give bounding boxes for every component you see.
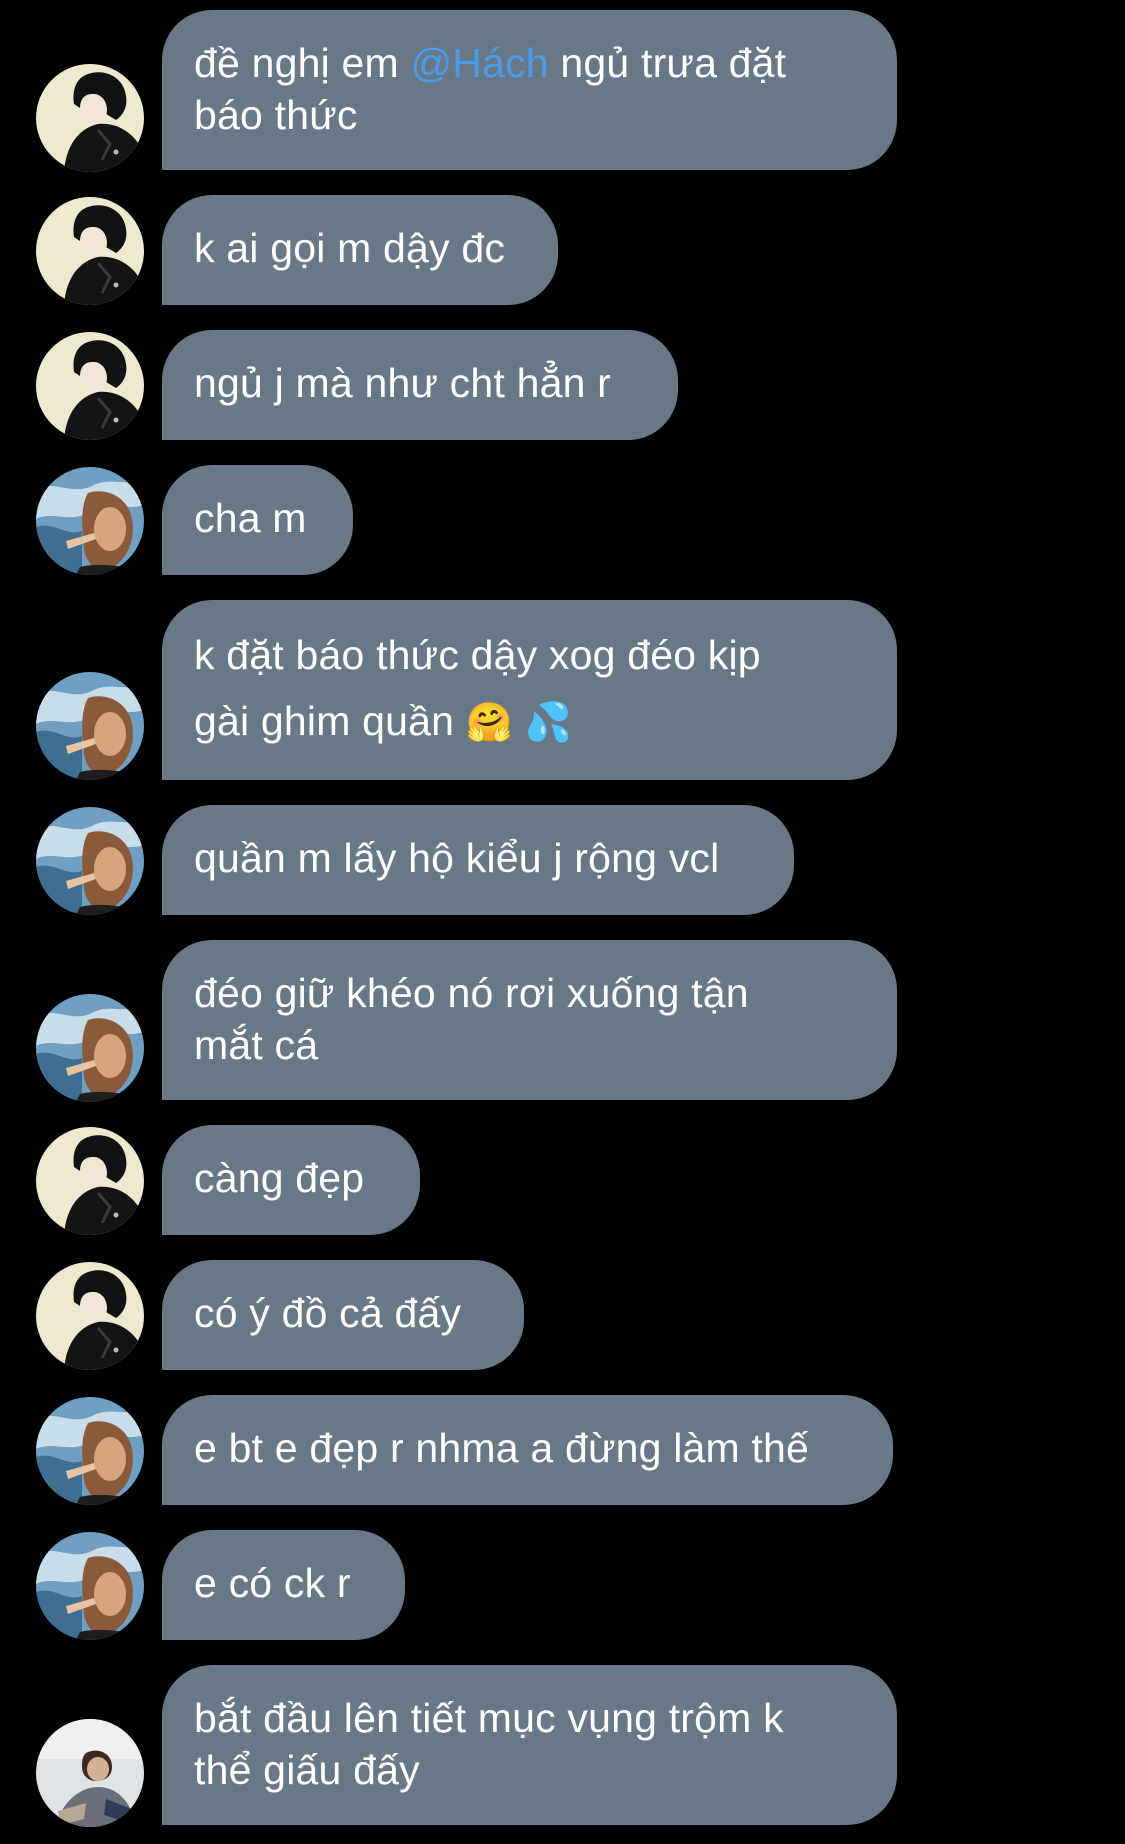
message-text: cha m — [194, 495, 307, 541]
message-text: e có ck r — [194, 1560, 351, 1606]
user-mention-link[interactable]: @Hách — [410, 40, 548, 86]
hugging-face-emoji-icon: 🤗 — [465, 700, 514, 744]
avatar-b-icon[interactable] — [36, 994, 144, 1102]
avatar-b-icon[interactable] — [36, 807, 144, 915]
message-row: k đặt báo thức dậy xog đéo kịp gài ghim … — [0, 600, 1125, 780]
message-text: bắt đầu lên tiết mục vụng trộm k — [194, 1695, 784, 1741]
message-text: e bt e đẹp r nhma a đừng làm thế — [194, 1425, 810, 1471]
message-text: ngủ j mà như cht hẳn r — [194, 360, 612, 406]
message-text: đéo giữ khéo nó rơi xuống tận — [194, 970, 749, 1016]
message-row: e bt e đẹp r nhma a đừng làm thế — [0, 1395, 1125, 1505]
message-text: có ý đồ cả đấy — [194, 1290, 462, 1336]
avatar-a-icon[interactable] — [36, 64, 144, 172]
avatar-b-icon[interactable] — [36, 672, 144, 780]
message-bubble[interactable]: e có ck r — [162, 1530, 405, 1640]
message-bubble[interactable]: càng đẹp — [162, 1125, 420, 1235]
message-text: ngủ trưa đặt — [548, 40, 787, 86]
sweat-droplets-emoji-icon: 💦 — [524, 700, 573, 744]
message-row: càng đẹp — [0, 1125, 1125, 1235]
chat-thread: đề nghị em @Hách ngủ trưa đặt báo thức k… — [0, 0, 1125, 1844]
message-row: đề nghị em @Hách ngủ trưa đặt báo thức — [0, 10, 1125, 170]
message-text: báo thức — [194, 92, 358, 138]
message-row: cha m — [0, 465, 1125, 575]
message-text: quần m lấy hộ kiểu j rộng vcl — [194, 835, 720, 881]
avatar-a-icon[interactable] — [36, 1262, 144, 1370]
avatar-b-icon[interactable] — [36, 467, 144, 575]
message-row: bắt đầu lên tiết mục vụng trộm k thể giấ… — [0, 1665, 1125, 1825]
message-bubble[interactable]: quần m lấy hộ kiểu j rộng vcl — [162, 805, 794, 915]
message-text: mắt cá — [194, 1022, 319, 1068]
avatar-a-icon[interactable] — [36, 332, 144, 440]
message-text: càng đẹp — [194, 1155, 365, 1201]
avatar-a-icon[interactable] — [36, 1127, 144, 1235]
message-row: ngủ j mà như cht hẳn r — [0, 330, 1125, 440]
message-bubble[interactable]: có ý đồ cả đấy — [162, 1260, 524, 1370]
message-bubble[interactable]: ngủ j mà như cht hẳn r — [162, 330, 678, 440]
message-row: k ai gọi m dậy đc — [0, 195, 1125, 305]
message-bubble[interactable]: k ai gọi m dậy đc — [162, 195, 558, 305]
message-text: k ai gọi m dậy đc — [194, 225, 506, 271]
message-row: e có ck r — [0, 1530, 1125, 1640]
avatar-b-icon[interactable] — [36, 1397, 144, 1505]
message-row: có ý đồ cả đấy — [0, 1260, 1125, 1370]
message-text: đề nghị em — [194, 40, 411, 86]
message-bubble[interactable]: e bt e đẹp r nhma a đừng làm thế — [162, 1395, 893, 1505]
message-text: k đặt báo thức dậy xog đéo kịp — [194, 632, 761, 678]
message-bubble[interactable]: cha m — [162, 465, 353, 575]
message-bubble[interactable]: bắt đầu lên tiết mục vụng trộm k thể giấ… — [162, 1665, 897, 1825]
message-text: thể giấu đấy — [194, 1747, 420, 1793]
message-bubble[interactable]: k đặt báo thức dậy xog đéo kịp gài ghim … — [162, 600, 897, 780]
avatar-c-icon[interactable] — [36, 1719, 144, 1827]
avatar-a-icon[interactable] — [36, 197, 144, 305]
message-row: đéo giữ khéo nó rơi xuống tận mắt cá — [0, 940, 1125, 1100]
message-row: quần m lấy hộ kiểu j rộng vcl — [0, 805, 1125, 915]
message-bubble[interactable]: đề nghị em @Hách ngủ trưa đặt báo thức — [162, 10, 897, 170]
message-text: gài ghim quần — [194, 698, 455, 744]
message-bubble[interactable]: đéo giữ khéo nó rơi xuống tận mắt cá — [162, 940, 897, 1100]
avatar-b-icon[interactable] — [36, 1532, 144, 1640]
